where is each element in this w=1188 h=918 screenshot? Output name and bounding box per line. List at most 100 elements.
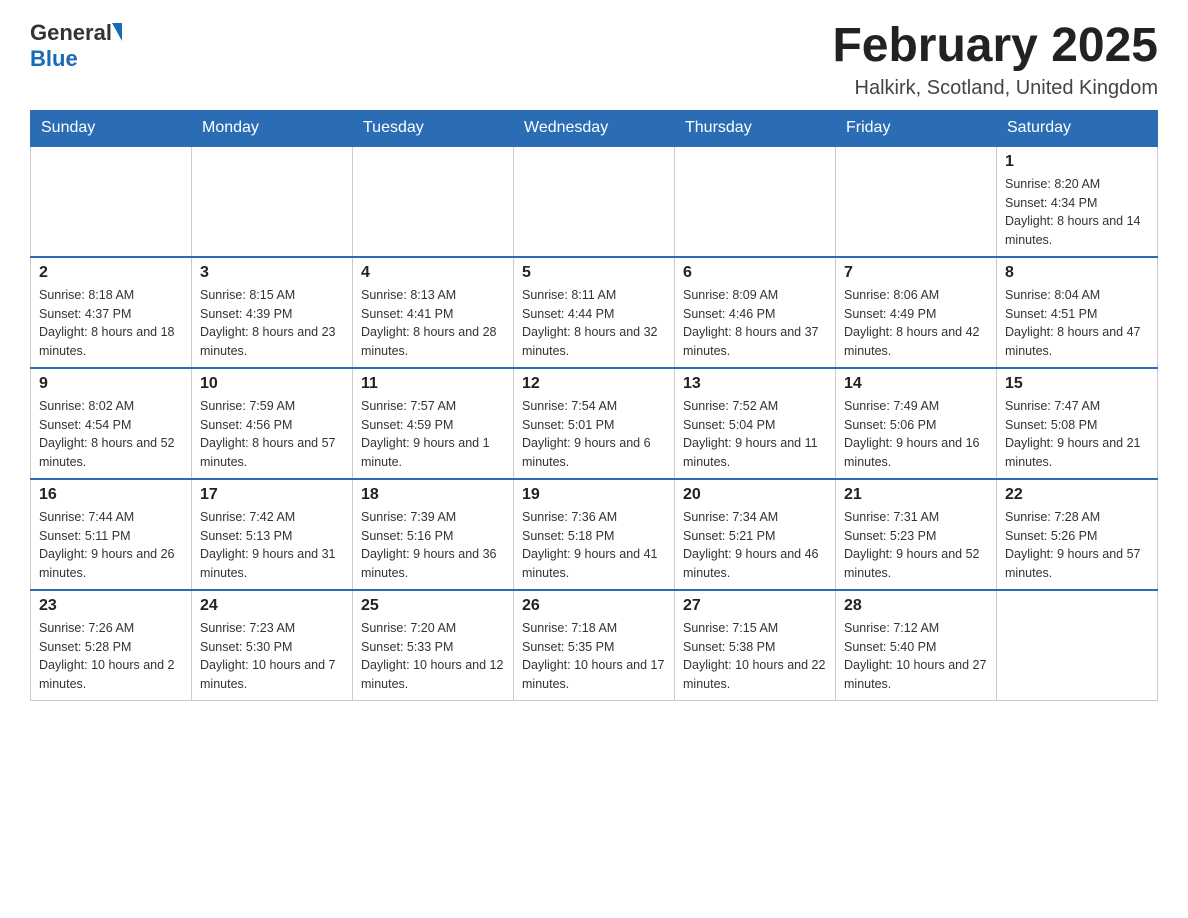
calendar-week-row: 9Sunrise: 8:02 AMSunset: 4:54 PMDaylight…: [31, 368, 1158, 479]
calendar-day-15: 15Sunrise: 7:47 AMSunset: 5:08 PMDayligh…: [997, 368, 1158, 479]
calendar-day-4: 4 Sunrise: 8:13 AMSunset: 4:41 PMDaylight…: [353, 257, 514, 368]
weekday-header-monday: Monday: [192, 110, 353, 146]
day-number: 10: [200, 375, 344, 393]
calendar-day-empty: [836, 146, 997, 257]
day-number: 15: [1005, 375, 1149, 393]
calendar-header-row: SundayMondayTuesdayWednesdayThursdayFrid…: [31, 110, 1158, 146]
calendar-day-2: 2 Sunrise: 8:18 AMSunset: 4:37 PMDaylight…: [31, 257, 192, 368]
calendar-day-27: 27Sunrise: 7:15 AMSunset: 5:38 PMDayligh…: [675, 590, 836, 701]
day-number: 12: [522, 375, 666, 393]
calendar-day-8: 8 Sunrise: 8:04 AMSunset: 4:51 PMDaylight…: [997, 257, 1158, 368]
calendar-table: SundayMondayTuesdayWednesdayThursdayFrid…: [30, 110, 1158, 701]
calendar-week-row: 1 Sunrise: 8:20 AMSunset: 4:34 PMDaylight…: [31, 146, 1158, 257]
weekday-header-saturday: Saturday: [997, 110, 1158, 146]
calendar-day-23: 23 Sunrise: 7:26 AMSunset: 5:28 PMDayligh…: [31, 590, 192, 701]
day-number: 5: [522, 264, 666, 282]
calendar-day-empty: [997, 590, 1158, 701]
calendar-day-empty: [31, 146, 192, 257]
location: Halkirk, Scotland, United Kingdom: [832, 77, 1158, 100]
weekday-header-friday: Friday: [836, 110, 997, 146]
day-number: 25: [361, 597, 505, 615]
day-info: Sunrise: 8:02 AMSunset: 4:54 PMDaylight:…: [39, 397, 183, 472]
day-info: Sunrise: 8:20 AMSunset: 4:34 PMDaylight:…: [1005, 175, 1149, 250]
day-number: 8: [1005, 264, 1149, 282]
day-info: Sunrise: 7:28 AMSunset: 5:26 PMDaylight:…: [1005, 508, 1149, 583]
day-info: Sunrise: 7:39 AMSunset: 5:16 PMDaylight:…: [361, 508, 505, 583]
day-number: 16: [39, 486, 183, 504]
calendar-day-9: 9Sunrise: 8:02 AMSunset: 4:54 PMDaylight…: [31, 368, 192, 479]
logo-general-text: General: [30, 20, 112, 46]
title-section: February 2025 Halkirk, Scotland, United …: [832, 20, 1158, 100]
day-number: 19: [522, 486, 666, 504]
day-number: 17: [200, 486, 344, 504]
calendar-day-empty: [675, 146, 836, 257]
calendar-week-row: 2 Sunrise: 8:18 AMSunset: 4:37 PMDaylight…: [31, 257, 1158, 368]
calendar-day-10: 10 Sunrise: 7:59 AMSunset: 4:56 PMDayligh…: [192, 368, 353, 479]
day-info: Sunrise: 8:13 AMSunset: 4:41 PMDaylight:…: [361, 286, 505, 361]
calendar-day-empty: [353, 146, 514, 257]
day-info: Sunrise: 7:49 AMSunset: 5:06 PMDaylight:…: [844, 397, 988, 472]
calendar-day-20: 20Sunrise: 7:34 AMSunset: 5:21 PMDayligh…: [675, 479, 836, 590]
calendar-day-18: 18 Sunrise: 7:39 AMSunset: 5:16 PMDayligh…: [353, 479, 514, 590]
logo-blue-text: Blue: [30, 46, 78, 72]
day-number: 24: [200, 597, 344, 615]
day-info: Sunrise: 8:04 AMSunset: 4:51 PMDaylight:…: [1005, 286, 1149, 361]
month-title: February 2025: [832, 20, 1158, 73]
calendar-day-6: 6Sunrise: 8:09 AMSunset: 4:46 PMDaylight…: [675, 257, 836, 368]
weekday-header-wednesday: Wednesday: [514, 110, 675, 146]
day-info: Sunrise: 7:42 AMSunset: 5:13 PMDaylight:…: [200, 508, 344, 583]
weekday-header-tuesday: Tuesday: [353, 110, 514, 146]
day-number: 1: [1005, 153, 1149, 171]
day-info: Sunrise: 7:31 AMSunset: 5:23 PMDaylight:…: [844, 508, 988, 583]
day-info: Sunrise: 7:18 AMSunset: 5:35 PMDaylight:…: [522, 619, 666, 694]
day-info: Sunrise: 7:15 AMSunset: 5:38 PMDaylight:…: [683, 619, 827, 694]
day-info: Sunrise: 7:23 AMSunset: 5:30 PMDaylight:…: [200, 619, 344, 694]
calendar-day-3: 3Sunrise: 8:15 AMSunset: 4:39 PMDaylight…: [192, 257, 353, 368]
calendar-day-26: 26 Sunrise: 7:18 AMSunset: 5:35 PMDayligh…: [514, 590, 675, 701]
day-info: Sunrise: 8:09 AMSunset: 4:46 PMDaylight:…: [683, 286, 827, 361]
day-number: 22: [1005, 486, 1149, 504]
day-info: Sunrise: 7:26 AMSunset: 5:28 PMDaylight:…: [39, 619, 183, 694]
calendar-day-16: 16 Sunrise: 7:44 AMSunset: 5:11 PMDayligh…: [31, 479, 192, 590]
page-header: General Blue February 2025 Halkirk, Scot…: [30, 20, 1158, 100]
calendar-day-11: 11 Sunrise: 7:57 AMSunset: 4:59 PMDayligh…: [353, 368, 514, 479]
day-info: Sunrise: 7:20 AMSunset: 5:33 PMDaylight:…: [361, 619, 505, 694]
day-number: 28: [844, 597, 988, 615]
logo-blue-part: [112, 23, 122, 43]
weekday-header-sunday: Sunday: [31, 110, 192, 146]
calendar-day-empty: [514, 146, 675, 257]
day-info: Sunrise: 7:44 AMSunset: 5:11 PMDaylight:…: [39, 508, 183, 583]
day-info: Sunrise: 7:59 AMSunset: 4:56 PMDaylight:…: [200, 397, 344, 472]
calendar-week-row: 23 Sunrise: 7:26 AMSunset: 5:28 PMDayligh…: [31, 590, 1158, 701]
calendar-day-17: 17 Sunrise: 7:42 AMSunset: 5:13 PMDayligh…: [192, 479, 353, 590]
day-number: 3: [200, 264, 344, 282]
day-number: 11: [361, 375, 505, 393]
calendar-day-7: 7Sunrise: 8:06 AMSunset: 4:49 PMDaylight…: [836, 257, 997, 368]
day-info: Sunrise: 7:34 AMSunset: 5:21 PMDaylight:…: [683, 508, 827, 583]
calendar-day-25: 25 Sunrise: 7:20 AMSunset: 5:33 PMDayligh…: [353, 590, 514, 701]
day-number: 26: [522, 597, 666, 615]
day-number: 2: [39, 264, 183, 282]
calendar-day-5: 5 Sunrise: 8:11 AMSunset: 4:44 PMDaylight…: [514, 257, 675, 368]
calendar-day-19: 19 Sunrise: 7:36 AMSunset: 5:18 PMDayligh…: [514, 479, 675, 590]
day-info: Sunrise: 7:57 AMSunset: 4:59 PMDaylight:…: [361, 397, 505, 472]
calendar-day-14: 14 Sunrise: 7:49 AMSunset: 5:06 PMDayligh…: [836, 368, 997, 479]
calendar-day-13: 13Sunrise: 7:52 AMSunset: 5:04 PMDayligh…: [675, 368, 836, 479]
calendar-week-row: 16 Sunrise: 7:44 AMSunset: 5:11 PMDayligh…: [31, 479, 1158, 590]
day-number: 7: [844, 264, 988, 282]
day-number: 4: [361, 264, 505, 282]
day-number: 23: [39, 597, 183, 615]
day-number: 18: [361, 486, 505, 504]
day-info: Sunrise: 7:36 AMSunset: 5:18 PMDaylight:…: [522, 508, 666, 583]
calendar-day-22: 22 Sunrise: 7:28 AMSunset: 5:26 PMDayligh…: [997, 479, 1158, 590]
day-info: Sunrise: 8:18 AMSunset: 4:37 PMDaylight:…: [39, 286, 183, 361]
calendar-day-empty: [192, 146, 353, 257]
calendar-day-1: 1 Sunrise: 8:20 AMSunset: 4:34 PMDaylight…: [997, 146, 1158, 257]
day-info: Sunrise: 8:11 AMSunset: 4:44 PMDaylight:…: [522, 286, 666, 361]
logo: General Blue: [30, 20, 122, 72]
calendar-day-21: 21Sunrise: 7:31 AMSunset: 5:23 PMDayligh…: [836, 479, 997, 590]
day-info: Sunrise: 7:54 AMSunset: 5:01 PMDaylight:…: [522, 397, 666, 472]
day-number: 14: [844, 375, 988, 393]
day-info: Sunrise: 7:52 AMSunset: 5:04 PMDaylight:…: [683, 397, 827, 472]
calendar-day-24: 24 Sunrise: 7:23 AMSunset: 5:30 PMDayligh…: [192, 590, 353, 701]
